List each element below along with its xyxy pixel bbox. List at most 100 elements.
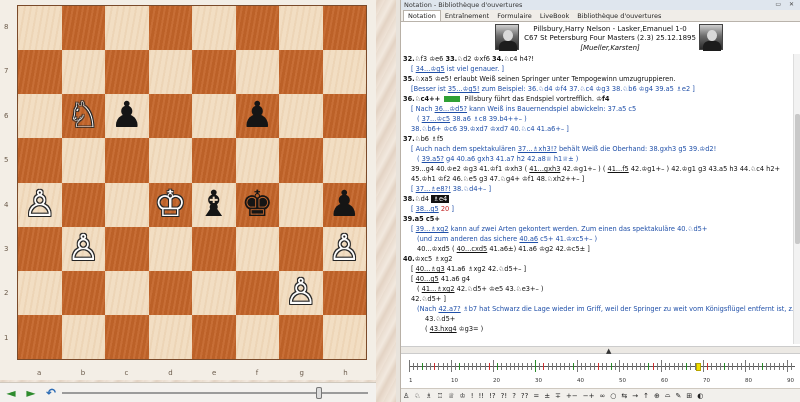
square-h8[interactable] [322, 6, 366, 51]
square-b4[interactable] [61, 182, 105, 227]
square-h4[interactable]: ♟ [322, 182, 366, 227]
notation-line[interactable]: 39.a5 c5+ [403, 214, 793, 224]
square-a2[interactable] [18, 270, 62, 315]
back-arrow-icon[interactable]: ◄ [2, 385, 20, 401]
piece-wP[interactable]: ♙ [285, 274, 317, 311]
annotation-symbol-button[interactable]: ♗ [426, 392, 432, 400]
annotation-symbol-button[interactable]: → [632, 392, 638, 400]
square-d8[interactable] [148, 6, 192, 51]
notation-line[interactable]: 36.♘c4++ Pillsbury führt das Endspiel vo… [403, 94, 793, 104]
square-a5[interactable] [18, 138, 62, 183]
annotation-symbol-button[interactable]: ! [471, 392, 474, 400]
square-c1[interactable] [105, 314, 149, 359]
piece-wP[interactable]: ♙ [67, 230, 99, 267]
square-f6[interactable]: ♟ [235, 94, 279, 139]
annotation-symbol-button[interactable]: ⇆ [621, 392, 627, 400]
square-e5[interactable] [192, 138, 236, 183]
annotation-symbol-button[interactable]: ∞ [599, 392, 605, 400]
notation-line[interactable]: (und zum anderen das sichere 40.a6 c5+ 4… [403, 234, 793, 244]
annotation-symbol-button[interactable]: ? [512, 392, 516, 400]
notation-line[interactable]: [ 37...♗e8?! 38.♘d4+– ] [403, 184, 793, 194]
notation-line[interactable]: [ Nach 36...♔d5? kann Weiß ins Bauernend… [403, 104, 793, 114]
piece-bB[interactable]: ♝ [198, 186, 230, 223]
notation-scrollbar[interactable] [793, 54, 800, 344]
notation-line[interactable]: (Nach 42.a7? ♗b7 hat Schwarz die Lage wi… [403, 304, 793, 314]
square-e4[interactable]: ♝ [192, 182, 236, 227]
annotation-symbol-button[interactable]: ♕ [448, 392, 454, 400]
square-g6[interactable] [279, 94, 323, 139]
annotation-symbol-button[interactable]: ↑ [643, 392, 649, 400]
notation-line[interactable]: [Besser ist 35...♔g5! zum Beispiel: 36.♘… [403, 84, 793, 94]
square-f4[interactable]: ♚ [235, 182, 279, 227]
square-g4[interactable] [279, 182, 323, 227]
piece-wP[interactable]: ♙ [328, 230, 360, 267]
annotation-symbol-button[interactable]: ?? [521, 392, 528, 400]
notation-line[interactable]: 42.♘d5+ ] [403, 294, 793, 304]
annotation-symbol-button[interactable]: ◐ [697, 392, 703, 400]
square-d4[interactable]: ♔ [148, 182, 192, 227]
square-e7[interactable] [192, 50, 236, 95]
annotation-symbol-button[interactable]: ♔ [459, 392, 465, 400]
notation-line[interactable]: [ Auch nach dem spektakulären 37...♗xh3!… [403, 144, 793, 154]
tab-3[interactable]: LiveBook [536, 11, 573, 21]
square-a3[interactable] [18, 226, 62, 271]
square-f3[interactable] [235, 226, 279, 271]
notation-line[interactable]: 35.♘xa5 ♔e5! erlaubt Weiß seinen Springe… [403, 74, 793, 84]
flip-board-icon[interactable]: ↶ [42, 385, 60, 401]
square-h1[interactable] [322, 314, 366, 359]
square-d3[interactable] [148, 226, 192, 271]
square-h2[interactable] [322, 270, 366, 315]
notation-text[interactable]: 32.♘f3 ♔e6 33.♘d2 ♔xf6 34.♘c4 h4?![ 34..… [401, 54, 793, 344]
square-f8[interactable] [235, 6, 279, 51]
annotation-symbol-button[interactable]: ⊕ [654, 392, 660, 400]
square-h3[interactable]: ♙ [322, 226, 366, 271]
piece-wN[interactable]: ♘ [67, 98, 99, 134]
square-b6[interactable]: ♘ [61, 94, 105, 139]
square-c4[interactable] [105, 182, 149, 227]
square-c3[interactable] [105, 226, 149, 271]
square-b8[interactable] [61, 6, 105, 51]
square-g3[interactable] [279, 226, 323, 271]
annotation-symbol-button[interactable]: ♙ [403, 392, 409, 400]
square-a8[interactable] [18, 6, 62, 51]
square-b7[interactable] [61, 50, 105, 95]
piece-bP[interactable]: ♟ [111, 98, 143, 134]
square-d7[interactable] [148, 50, 192, 95]
notation-line[interactable]: [ 40...♗g3 41.a6 ♗xg2 42.♘d5+– ] [403, 264, 793, 274]
notation-line[interactable]: 40.♔xc5 ♗xg2 [403, 254, 793, 264]
square-c2[interactable] [105, 270, 149, 315]
piece-bP[interactable]: ♟ [241, 98, 273, 134]
tab-0[interactable]: Notation [403, 10, 441, 21]
notation-line[interactable]: ( 39.a5? g4 40.a6 gxh3 41.a7 h2 42.a8♕ h… [403, 154, 793, 164]
window-controls[interactable]: ▭ ✕ [775, 1, 797, 8]
annotation-symbol-button[interactable]: +− [566, 392, 578, 400]
notation-line[interactable]: ( 41...♗xg2 42.♘d5+ ♔e5 43.♘e3+– ) [403, 284, 793, 294]
square-d5[interactable] [148, 138, 192, 183]
move-slider-thumb[interactable] [316, 387, 322, 399]
annotation-symbol-button[interactable]: ♘ [414, 392, 420, 400]
annotation-symbol-button[interactable]: !? [489, 392, 496, 400]
notation-line[interactable]: 45.♔h1 ♔f2 46.♘e5 g3 47.♘g4+ ♔f1 48.♘xh2… [403, 174, 793, 184]
game-timeline[interactable]: 1 10 20 30 40 50 60 70 80 90 [401, 354, 800, 387]
timeline-position-marker[interactable] [696, 363, 701, 371]
annotation-symbol-button[interactable]: ⌓ [665, 391, 671, 400]
square-f2[interactable] [235, 270, 279, 315]
tab-1[interactable]: Entraînement [441, 11, 493, 21]
square-b5[interactable] [61, 138, 105, 183]
piece-bK[interactable]: ♚ [241, 186, 273, 223]
square-a6[interactable] [18, 94, 62, 139]
square-g7[interactable] [279, 50, 323, 95]
square-b3[interactable]: ♙ [61, 226, 105, 271]
square-c5[interactable] [105, 138, 149, 183]
notation-line[interactable]: 32.♘f3 ♔e6 33.♘d2 ♔xf6 34.♘c4 h4?! [403, 54, 793, 64]
notation-line[interactable]: 37.♘b6 ♗f5 [403, 134, 793, 144]
square-d6[interactable] [148, 94, 192, 139]
annotation-symbol-button[interactable]: ○ [610, 392, 616, 400]
scrollbar-thumb[interactable] [795, 114, 800, 244]
annotation-symbol-button[interactable]: ✎ [675, 392, 681, 400]
forward-arrow-icon[interactable]: ► [22, 385, 40, 401]
piece-wP[interactable]: ♙ [24, 186, 56, 223]
notation-line[interactable]: [ 38...g5 20 ] [403, 204, 793, 214]
annotation-symbol-button[interactable]: ⊞ [686, 392, 692, 400]
square-a4[interactable]: ♙ [18, 182, 62, 227]
